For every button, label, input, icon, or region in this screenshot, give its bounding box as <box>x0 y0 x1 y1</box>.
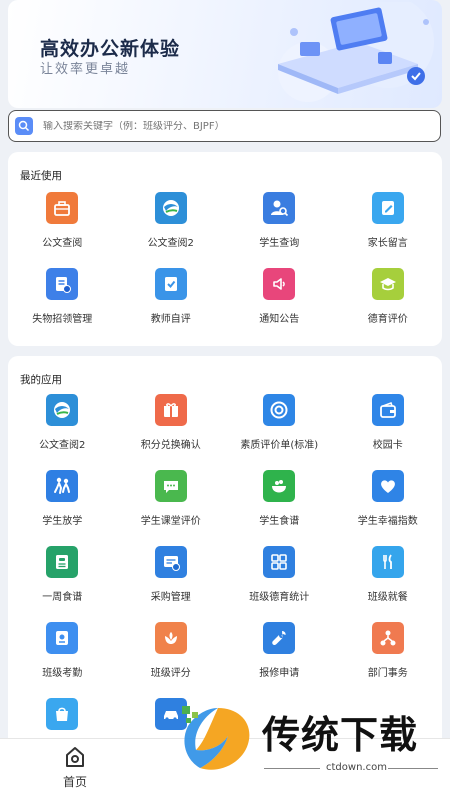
nav-home-label: 首页 <box>62 775 87 789</box>
app-item[interactable]: 校园卡 <box>334 392 443 468</box>
circle-arrow-icon <box>263 394 296 426</box>
recipe-book-icon <box>46 546 79 578</box>
gift-icon <box>154 394 187 426</box>
org-chart-icon <box>371 622 404 654</box>
app-item[interactable]: 失物招领管理 <box>8 266 117 342</box>
app-label: 通知公告 <box>259 314 300 325</box>
edit-note-icon <box>371 192 404 224</box>
grid-apps-icon <box>263 546 296 578</box>
food-bowl-icon <box>263 470 296 502</box>
app-item[interactable]: 通知公告 <box>225 266 334 342</box>
app-item[interactable]: 学生查询 <box>225 190 334 266</box>
home-icon <box>66 747 84 767</box>
app-item[interactable]: 班级评分 <box>117 620 226 696</box>
app-label: 校园卡 <box>372 440 403 451</box>
flower-icon <box>154 622 187 654</box>
search-icon <box>15 117 33 135</box>
app-label: 学生幸福指数 <box>357 516 418 527</box>
app-label: 积分兑换确认 <box>140 440 201 451</box>
banner-illustration <box>278 2 434 102</box>
search-bar[interactable] <box>8 110 441 142</box>
search-input[interactable] <box>43 120 440 132</box>
my-apps-card: 我的应用 公文查阅2 积分兑换确认 素质评价单(标准) 校园卡学生放学 学生课堂评价 学生… <box>8 356 442 756</box>
app-label: 一周食谱 <box>42 592 83 603</box>
cutlery-icon <box>371 546 404 578</box>
app-label: 教师自评 <box>150 314 191 325</box>
app-item[interactable]: 部门事务 <box>334 620 443 696</box>
app-item[interactable]: 公文查阅2 <box>117 190 226 266</box>
app-label: 公文查阅 <box>42 238 83 249</box>
app-item[interactable]: 素质评价单(标准) <box>225 392 334 468</box>
checklist-icon <box>154 268 187 300</box>
purchase-icon <box>154 546 187 578</box>
student-search-icon <box>263 192 296 224</box>
recent-apps-grid: 公文查阅 公文查阅2 学生查询 家长留言失物招领管理 教师自评 通知公告 德育评价 <box>8 190 442 342</box>
app-label: 采购管理 <box>150 592 191 603</box>
app-label: 德育评价 <box>367 314 408 325</box>
banner-title: 高效办公新体验 <box>40 38 181 60</box>
app-label: 报修申请 <box>259 668 300 679</box>
app-item[interactable]: 班级就餐 <box>334 544 443 620</box>
app-item[interactable]: 报修申请 <box>225 620 334 696</box>
app-label: 部门事务 <box>367 668 408 679</box>
nav-home[interactable]: 首页 <box>55 745 95 790</box>
banner[interactable]: 高效办公新体验 让效率更卓越 <box>8 0 442 108</box>
app-label: 学生课堂评价 <box>140 516 201 527</box>
recent-apps-card: 最近使用 公文查阅 公文查阅2 学生查询 家长留言失物招领管理 教师自评 通知公告 德育评价 <box>8 152 442 346</box>
recent-section-title: 最近使用 <box>20 170 62 182</box>
running-kids-icon <box>46 470 79 502</box>
attendance-icon <box>46 622 79 654</box>
app-label: 学生食谱 <box>259 516 300 527</box>
watermark-rule-left <box>264 768 320 769</box>
wallet-icon <box>371 394 404 426</box>
app-item[interactable]: 班级德育统计 <box>225 544 334 620</box>
app-label: 公文查阅2 <box>147 238 194 249</box>
app-label: 班级评分 <box>150 668 191 679</box>
app-label: 公文查阅2 <box>39 440 86 451</box>
app-label: 学生放学 <box>42 516 83 527</box>
app-item[interactable]: 学生放学 <box>8 468 117 544</box>
app-label: 失物招领管理 <box>32 314 93 325</box>
speaker-icon <box>263 268 296 300</box>
app-label: 班级就餐 <box>367 592 408 603</box>
app-item[interactable]: 公文查阅 <box>8 190 117 266</box>
briefcase-icon <box>46 192 79 224</box>
watermark: 传统下载 ctdown.com <box>178 698 440 780</box>
app-label: 家长留言 <box>367 238 408 249</box>
app-item[interactable]: 采购管理 <box>117 544 226 620</box>
globe-icon <box>46 394 79 426</box>
app-item[interactable]: 家长留言 <box>334 190 443 266</box>
app-item[interactable]: 班级考勤 <box>8 620 117 696</box>
graduation-cap-icon <box>371 268 404 300</box>
watermark-domain: ctdown.com <box>326 762 387 773</box>
app-item[interactable]: 学生幸福指数 <box>334 468 443 544</box>
app-item[interactable]: 学生课堂评价 <box>117 468 226 544</box>
app-item[interactable]: 一周食谱 <box>8 544 117 620</box>
app-label: 班级德育统计 <box>249 592 310 603</box>
app-item[interactable]: 学生食谱 <box>225 468 334 544</box>
shopping-bag-icon <box>46 698 79 730</box>
document-edit-icon <box>46 268 79 300</box>
app-label: 学生查询 <box>259 238 300 249</box>
globe-icon <box>154 192 187 224</box>
watermark-rule-right <box>388 768 438 769</box>
chat-bubble-icon <box>154 470 187 502</box>
wrench-icon <box>263 622 296 654</box>
app-item[interactable]: 公文查阅2 <box>8 392 117 468</box>
heart-icon <box>371 470 404 502</box>
watermark-text: 传统下载 <box>262 713 419 757</box>
app-item[interactable]: 德育评价 <box>334 266 443 342</box>
app-label: 班级考勤 <box>42 668 83 679</box>
my-apps-section-title: 我的应用 <box>20 374 62 386</box>
app-item[interactable]: 教师自评 <box>117 266 226 342</box>
app-label: 素质评价单(标准) <box>240 440 319 451</box>
banner-subtitle: 让效率更卓越 <box>40 62 131 77</box>
app-item[interactable]: 积分兑换确认 <box>117 392 226 468</box>
watermark-logo <box>182 706 250 770</box>
